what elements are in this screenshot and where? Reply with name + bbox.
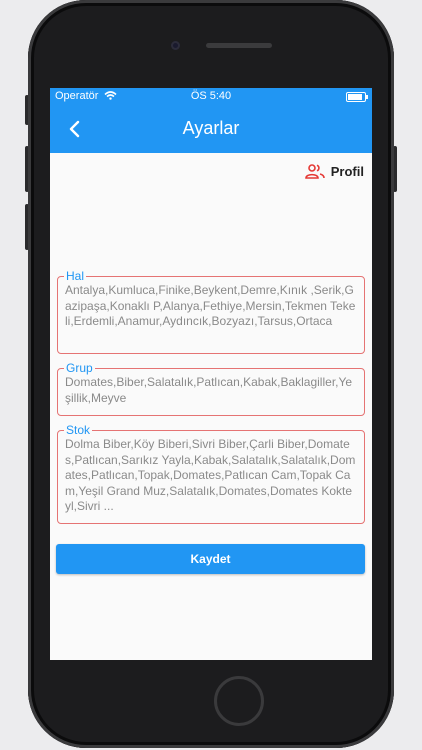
status-bar: Operatör ÖS 5:40 bbox=[50, 88, 372, 106]
front-camera bbox=[171, 41, 180, 50]
grup-field[interactable]: Grup Domates,Biber,Salatalık,Patlıcan,Ka… bbox=[57, 361, 365, 416]
profile-label: Profil bbox=[330, 164, 364, 179]
hal-field[interactable]: Hal Antalya,Kumluca,Finike,Beykent,Demre… bbox=[57, 269, 365, 354]
stok-field[interactable]: Stok Dolma Biber,Köy Biberi,Sivri Biber,… bbox=[57, 423, 365, 524]
hal-field-value: Antalya,Kumluca,Finike,Beykent,Demre,Kın… bbox=[65, 283, 356, 328]
people-icon bbox=[304, 164, 325, 179]
page-title: Ayarlar bbox=[182, 118, 240, 138]
earpiece-speaker bbox=[206, 43, 272, 48]
screen: Operatör ÖS 5:40 Ayarlar Profil Hal Anta… bbox=[50, 88, 372, 660]
hal-field-label: Hal bbox=[64, 269, 87, 283]
stok-field-label: Stok bbox=[64, 423, 93, 437]
grup-field-label: Grup bbox=[64, 361, 95, 375]
battery-icon bbox=[346, 92, 368, 102]
status-time: ÖS 5:40 bbox=[190, 90, 232, 102]
stok-field-value: Dolma Biber,Köy Biberi,Sivri Biber,Çarli… bbox=[65, 437, 356, 513]
app-bar: Operatör ÖS 5:40 Ayarlar bbox=[50, 88, 372, 153]
grup-field-value: Domates,Biber,Salatalık,Patlıcan,Kabak,B… bbox=[65, 375, 353, 405]
profile-button[interactable]: Profil bbox=[304, 164, 364, 179]
save-button[interactable]: Kaydet bbox=[56, 544, 365, 574]
home-button[interactable] bbox=[214, 676, 264, 726]
